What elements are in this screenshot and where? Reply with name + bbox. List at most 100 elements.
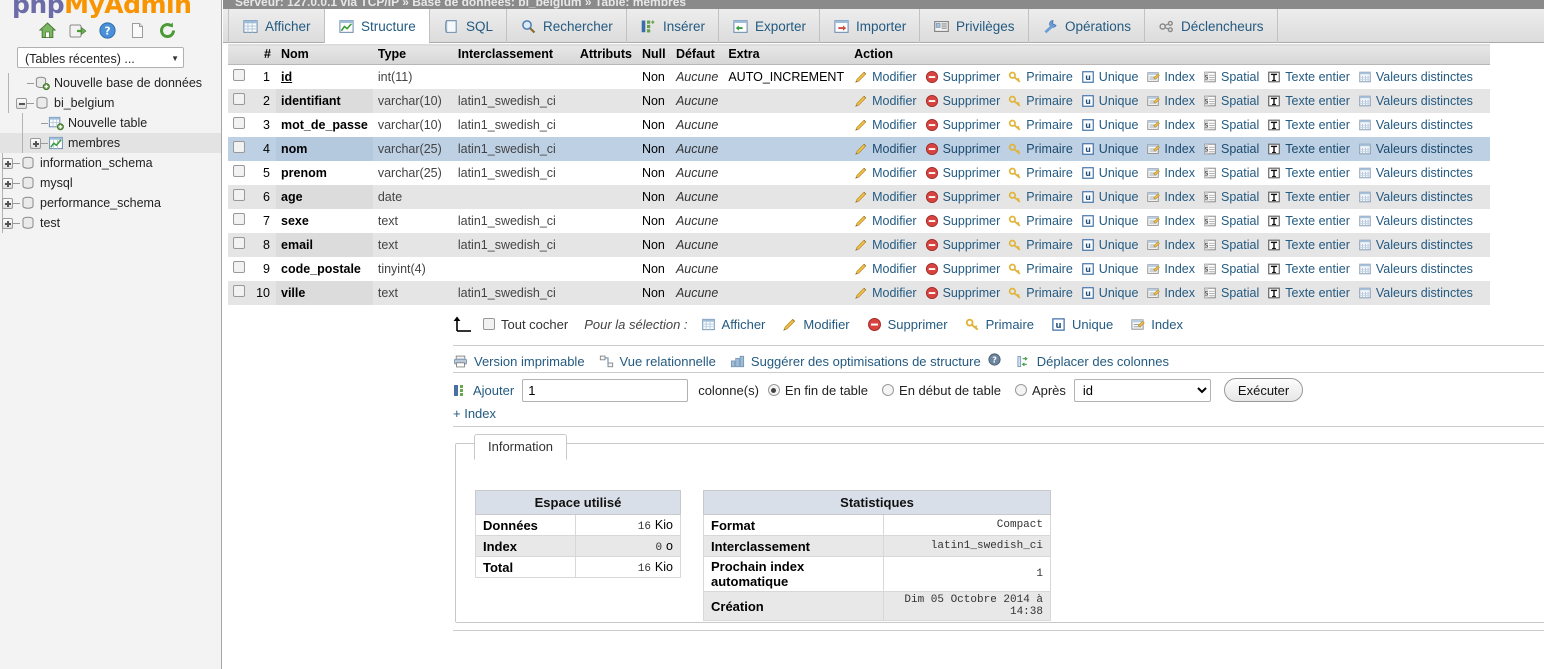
help-circle-icon[interactable]: ?: [987, 352, 1002, 370]
tree-expand-icon[interactable]: [2, 157, 13, 169]
action-modifier[interactable]: Modifier: [854, 118, 917, 132]
action-valeurs-distinctes[interactable]: Valeurs distinctes: [1358, 118, 1473, 132]
tab-d-clencheurs[interactable]: Déclencheurs: [1145, 9, 1278, 43]
recent-tables-select[interactable]: (Tables récentes) ... ▼: [17, 47, 184, 68]
action-texte-entier[interactable]: Texte entier: [1267, 94, 1350, 108]
tree-item-label[interactable]: information_schema: [40, 156, 153, 170]
row-checkbox[interactable]: [233, 141, 245, 153]
action-texte-entier[interactable]: Texte entier: [1267, 118, 1350, 132]
execute-button[interactable]: Exécuter: [1223, 378, 1304, 402]
action-modifier[interactable]: Modifier: [854, 166, 917, 180]
action-texte-entier[interactable]: Texte entier: [1267, 70, 1350, 84]
row-checkbox-cell[interactable]: [228, 160, 250, 185]
link-vue-relationnelle[interactable]: Vue relationnelle: [599, 354, 716, 369]
action-unique[interactable]: u Unique: [1081, 166, 1138, 180]
action-valeurs-distinctes[interactable]: Valeurs distinctes: [1358, 238, 1473, 252]
action-primaire[interactable]: Primaire: [1008, 166, 1073, 180]
table-row[interactable]: 1 id int(11) Non Aucune AUTO_INCREMENT Modifie…: [228, 64, 1490, 89]
row-checkbox[interactable]: [233, 213, 245, 225]
tab-exporter[interactable]: Exporter: [719, 9, 821, 43]
table-row[interactable]: 9 code_postale tinyint(4) Non Aucune Modifier…: [228, 256, 1490, 281]
action-spatial[interactable]: S Spatial: [1203, 142, 1259, 156]
action-valeurs-distinctes[interactable]: Valeurs distinctes: [1358, 166, 1473, 180]
action-modifier[interactable]: Modifier: [854, 142, 917, 156]
action-modifier[interactable]: Modifier: [854, 286, 917, 300]
row-checkbox-cell[interactable]: [228, 64, 250, 89]
action-modifier[interactable]: Modifier: [854, 190, 917, 204]
action-valeurs-distinctes[interactable]: Valeurs distinctes: [1358, 262, 1473, 276]
action-valeurs-distinctes[interactable]: Valeurs distinctes: [1358, 70, 1473, 84]
row-checkbox-cell[interactable]: [228, 184, 250, 209]
row-checkbox[interactable]: [233, 237, 245, 249]
tree-expand-icon[interactable]: [2, 217, 13, 229]
action-modifier[interactable]: Modifier: [854, 214, 917, 228]
action-supprimer[interactable]: Supprimer: [925, 118, 1000, 132]
tree-item-test[interactable]: test: [0, 213, 221, 233]
tree-item-mysql[interactable]: mysql: [0, 173, 221, 193]
selection-action-unique[interactable]: u Unique: [1051, 317, 1113, 332]
action-index[interactable]: Index: [1146, 190, 1195, 204]
tree-item-label[interactable]: Nouvelle base de données: [54, 76, 202, 90]
action-primaire[interactable]: Primaire: [1008, 262, 1073, 276]
action-unique[interactable]: u Unique: [1081, 142, 1138, 156]
tree-item-label[interactable]: bi_belgium: [54, 96, 114, 110]
row-checkbox-cell[interactable]: [228, 280, 250, 305]
action-supprimer[interactable]: Supprimer: [925, 262, 1000, 276]
action-supprimer[interactable]: Supprimer: [925, 190, 1000, 204]
action-texte-entier[interactable]: Texte entier: [1267, 142, 1350, 156]
action-spatial[interactable]: S Spatial: [1203, 238, 1259, 252]
action-unique[interactable]: u Unique: [1081, 118, 1138, 132]
radio-option-after[interactable]: Après: [1014, 383, 1066, 398]
action-spatial[interactable]: S Spatial: [1203, 286, 1259, 300]
tree-item-label[interactable]: membres: [68, 136, 120, 150]
check-all-checkbox[interactable]: [483, 318, 495, 330]
action-unique[interactable]: u Unique: [1081, 238, 1138, 252]
action-spatial[interactable]: S Spatial: [1203, 166, 1259, 180]
action-modifier[interactable]: Modifier: [854, 238, 917, 252]
tree-item-bi-belgium[interactable]: bi_belgium: [0, 93, 221, 113]
action-spatial[interactable]: S Spatial: [1203, 214, 1259, 228]
add-column-count-input[interactable]: [522, 378, 689, 402]
action-supprimer[interactable]: Supprimer: [925, 238, 1000, 252]
action-index[interactable]: Index: [1146, 262, 1195, 276]
tree-item-nouvelle-base-de-donn-es[interactable]: Nouvelle base de données: [0, 73, 221, 93]
action-index[interactable]: Index: [1146, 238, 1195, 252]
table-row[interactable]: 4 nom varchar(25) latin1_swedish_ci Non Aucun…: [228, 136, 1490, 161]
radio-start-of-table[interactable]: [882, 384, 895, 396]
action-valeurs-distinctes[interactable]: Valeurs distinctes: [1358, 94, 1473, 108]
action-unique[interactable]: u Unique: [1081, 70, 1138, 84]
tree-collapse-icon[interactable]: [16, 97, 27, 109]
action-primaire[interactable]: Primaire: [1008, 70, 1073, 84]
action-index[interactable]: Index: [1146, 286, 1195, 300]
action-primaire[interactable]: Primaire: [1008, 190, 1073, 204]
action-spatial[interactable]: S Spatial: [1203, 190, 1259, 204]
tree-item-label[interactable]: performance_schema: [40, 196, 161, 210]
row-checkbox-cell[interactable]: [228, 208, 250, 233]
action-valeurs-distinctes[interactable]: Valeurs distinctes: [1358, 190, 1473, 204]
action-index[interactable]: Index: [1146, 118, 1195, 132]
action-supprimer[interactable]: Supprimer: [925, 286, 1000, 300]
tree-item-nouvelle-table[interactable]: Nouvelle table: [0, 113, 221, 133]
table-row[interactable]: 8 email text latin1_swedish_ci Non Aucune Modi…: [228, 232, 1490, 257]
action-supprimer[interactable]: Supprimer: [925, 166, 1000, 180]
action-supprimer[interactable]: Supprimer: [925, 70, 1000, 84]
tree-item-label[interactable]: test: [40, 216, 60, 230]
action-valeurs-distinctes[interactable]: Valeurs distinctes: [1358, 214, 1473, 228]
tab-ins-rer[interactable]: Insérer: [627, 9, 720, 43]
tab-rechercher[interactable]: Rechercher: [507, 9, 627, 43]
row-checkbox[interactable]: [233, 93, 245, 105]
table-row[interactable]: 5 prenom varchar(25) latin1_swedish_ci Non Au…: [228, 160, 1490, 185]
after-column-select[interactable]: ididentifiantmot_de_passenomprenomagesex…: [1073, 378, 1211, 402]
action-texte-entier[interactable]: Texte entier: [1267, 238, 1350, 252]
action-texte-entier[interactable]: Texte entier: [1267, 166, 1350, 180]
tab-afficher[interactable]: Afficher: [228, 9, 325, 43]
action-modifier[interactable]: Modifier: [854, 70, 917, 84]
action-unique[interactable]: u Unique: [1081, 286, 1138, 300]
tree-expand-icon[interactable]: [2, 177, 13, 189]
tree-item-information-schema[interactable]: information_schema: [0, 153, 221, 173]
action-valeurs-distinctes[interactable]: Valeurs distinctes: [1358, 286, 1473, 300]
tab-op-rations[interactable]: Opérations: [1029, 9, 1146, 43]
action-primaire[interactable]: Primaire: [1008, 238, 1073, 252]
tree-item-label[interactable]: Nouvelle table: [68, 116, 147, 130]
action-unique[interactable]: u Unique: [1081, 190, 1138, 204]
